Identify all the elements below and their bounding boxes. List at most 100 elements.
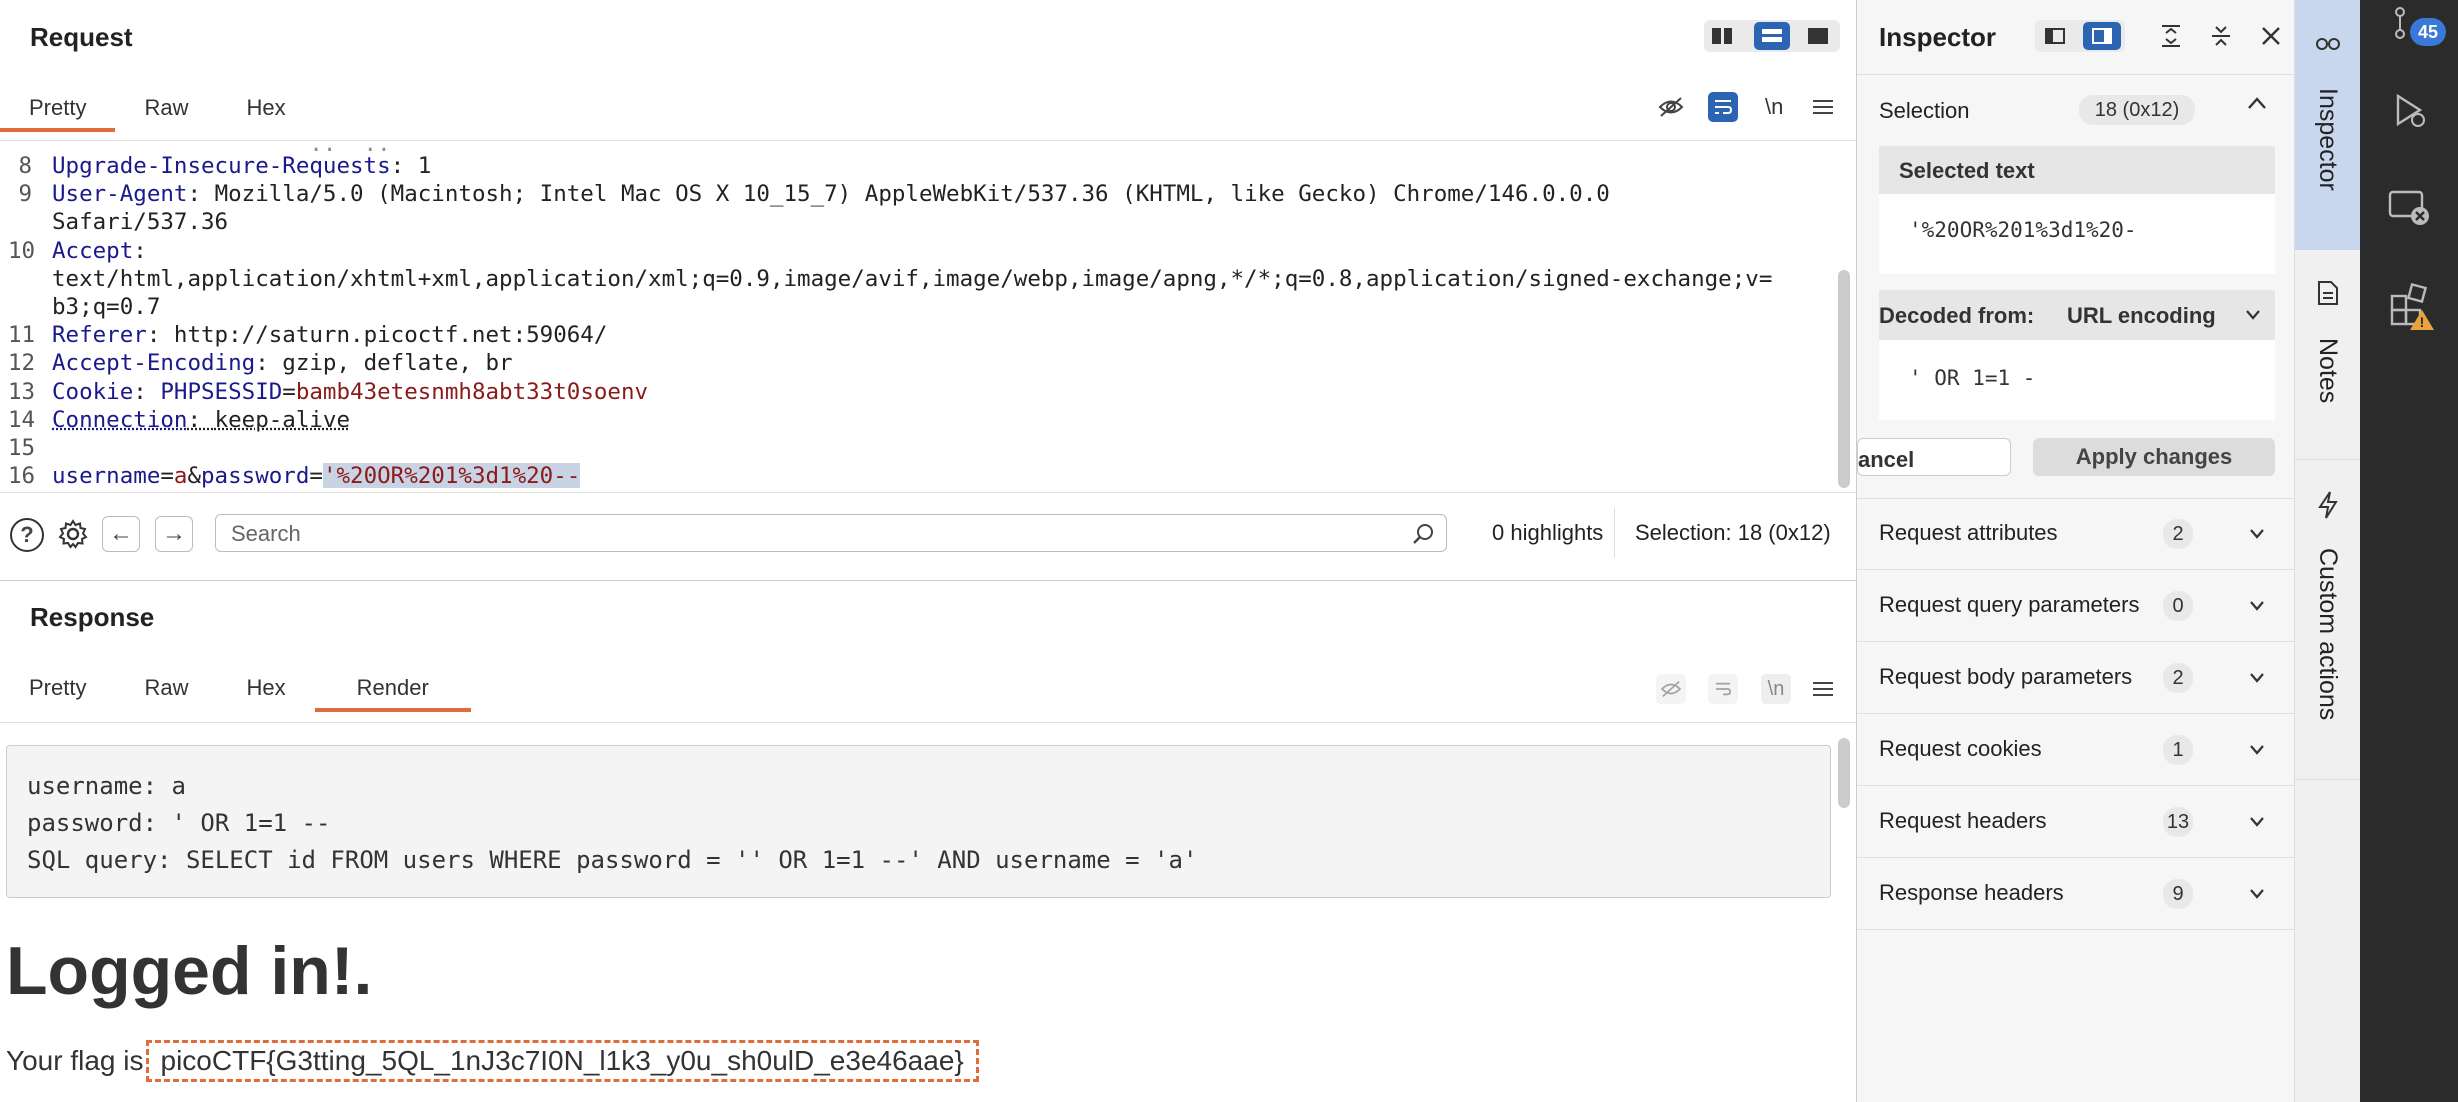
side-tab-custom-actions[interactable]: Custom actions bbox=[2295, 460, 2361, 780]
header-name: Connection bbox=[52, 406, 188, 433]
divider bbox=[0, 492, 1856, 493]
selected-text-box[interactable]: '%20OR%201%3d1%20- bbox=[1879, 194, 2275, 274]
tab-render[interactable]: Render bbox=[314, 664, 471, 712]
search-input[interactable]: Search bbox=[215, 514, 1447, 552]
header-name: Accept bbox=[52, 237, 134, 264]
collapse-icon[interactable] bbox=[2207, 22, 2235, 50]
menu-icon[interactable] bbox=[1810, 94, 1836, 120]
back-arrow-icon[interactable]: ← bbox=[102, 516, 140, 552]
inspector-section-row[interactable]: Response headers 9 bbox=[1857, 858, 2295, 930]
code-line: Cookie: PHPSESSID=bamb43etesnmh8abt33t0s… bbox=[52, 378, 649, 405]
selection-label: Selection bbox=[1879, 98, 1970, 123]
inspector-section-row[interactable]: Request headers 13 bbox=[1857, 786, 2295, 858]
header-sep: : bbox=[390, 153, 418, 179]
divider bbox=[1614, 508, 1615, 558]
highlights-count: 0 highlights bbox=[1492, 520, 1604, 545]
header-sep: : bbox=[187, 406, 215, 433]
forward-arrow-icon[interactable]: → bbox=[155, 516, 193, 552]
inspector-layout-toggle bbox=[2035, 20, 2125, 52]
chevron-down-icon[interactable] bbox=[2249, 888, 2265, 900]
tab-pretty[interactable]: Pretty bbox=[0, 664, 115, 712]
flag-prefix: Your flag is bbox=[6, 1045, 144, 1076]
tab-hex[interactable]: Hex bbox=[217, 84, 314, 132]
line-number: 13 bbox=[8, 378, 36, 405]
newline-toggle[interactable]: \n bbox=[1765, 94, 1783, 120]
run-debug-icon[interactable] bbox=[2390, 92, 2430, 128]
chevron-down-icon[interactable] bbox=[2245, 309, 2261, 321]
side-tab-label: Notes bbox=[2314, 338, 2342, 404]
split-vertical-icon[interactable] bbox=[1712, 28, 1732, 44]
line-number: 9 bbox=[18, 181, 32, 208]
request-tabs: Pretty Raw Hex bbox=[0, 84, 315, 132]
tab-raw[interactable]: Raw bbox=[115, 84, 217, 132]
apply-changes-button[interactable]: Apply changes bbox=[2033, 438, 2275, 476]
help-icon[interactable]: ? bbox=[10, 518, 44, 552]
header-sep: : bbox=[187, 181, 215, 208]
decoding-select[interactable]: URL encoding bbox=[2067, 303, 2216, 329]
expand-icon[interactable] bbox=[2157, 22, 2185, 50]
remote-explorer-icon[interactable] bbox=[2388, 188, 2432, 228]
dock-right-icon[interactable] bbox=[2083, 22, 2121, 50]
logged-in-heading: Logged in!. bbox=[6, 933, 373, 1009]
header-value: b3;q=0.7 bbox=[52, 294, 161, 320]
side-tab-label: Inspector bbox=[2314, 88, 2342, 191]
pane-divider[interactable] bbox=[0, 580, 1856, 581]
settings-gear-icon[interactable] bbox=[55, 516, 91, 552]
request-editor[interactable]: .. .. 8 Upgrade-Insecure-Requests: 1 9 User… bbox=[0, 140, 1856, 488]
chevron-down-icon[interactable] bbox=[2249, 528, 2265, 540]
line-number: 15 bbox=[8, 435, 36, 461]
dock-left-icon[interactable] bbox=[2045, 28, 2065, 44]
menu-icon[interactable] bbox=[1810, 676, 1836, 702]
chevron-down-icon[interactable] bbox=[2249, 600, 2265, 612]
header-sep: : bbox=[146, 322, 174, 349]
editor-scrollbar[interactable] bbox=[1838, 270, 1850, 488]
inspector-section-row[interactable]: Request attributes 2 bbox=[1857, 498, 2295, 570]
chevron-down-icon[interactable] bbox=[2249, 744, 2265, 756]
tab-pretty[interactable]: Pretty bbox=[0, 84, 116, 132]
word-wrap-icon[interactable] bbox=[1708, 92, 1738, 122]
decoded-text-box[interactable]: ' OR 1=1 - bbox=[1879, 340, 2275, 420]
response-scrollbar[interactable] bbox=[1838, 738, 1850, 808]
tab-raw[interactable]: Raw bbox=[115, 664, 217, 712]
chevron-down-icon[interactable] bbox=[2249, 672, 2265, 684]
header-value: text/html,application/xhtml+xml,applicat… bbox=[52, 265, 1773, 292]
selection-badge: 18 (0x12) bbox=[2079, 95, 2195, 125]
response-title: Response bbox=[30, 602, 155, 632]
inspector-section-row[interactable]: Request cookies 1 bbox=[1857, 714, 2295, 786]
header-name: Accept-Encoding bbox=[52, 350, 256, 377]
inspector-section-row[interactable]: Request query parameters 0 bbox=[1857, 570, 2295, 642]
inspector-section-row[interactable]: Request body parameters 2 bbox=[1857, 642, 2295, 714]
cancel-button[interactable]: ancel bbox=[1857, 438, 2011, 476]
single-pane-icon[interactable] bbox=[1808, 28, 1828, 44]
side-tab-inspector[interactable]: Inspector bbox=[2295, 0, 2361, 250]
close-icon[interactable] bbox=[2257, 22, 2285, 50]
header-sep: : bbox=[255, 350, 283, 377]
extensions-icon[interactable]: ! bbox=[2388, 282, 2436, 332]
header-value: Safari/537.36 bbox=[52, 209, 229, 236]
tab-hex[interactable]: Hex bbox=[217, 664, 314, 712]
flag-value[interactable]: picoCTF{G3tting_5QL_1nJ3c7I0N_l1k3_y0u_s… bbox=[145, 1040, 979, 1082]
section-count-badge: 2 bbox=[2163, 519, 2193, 549]
body-param-value-selected: '%20OR%201%3d1%20-- bbox=[322, 463, 581, 488]
right-toolbar: 45 ! bbox=[2360, 0, 2458, 1102]
notification-badge: 45 bbox=[2410, 18, 2446, 46]
decoded-from-label: Decoded from: bbox=[1879, 303, 2035, 328]
line-number: 10 bbox=[8, 237, 36, 264]
section-count-badge: 0 bbox=[2163, 591, 2193, 621]
code-line: Connection: keep-alive bbox=[52, 406, 350, 434]
hide-nonprintable-icon bbox=[1656, 674, 1686, 704]
hide-nonprintable-icon[interactable] bbox=[1656, 92, 1686, 122]
inspector-glasses-icon bbox=[2316, 38, 2340, 50]
code-line: Referer: http://saturn.picoctf.net:59064… bbox=[52, 321, 607, 349]
section-count-badge: 2 bbox=[2163, 663, 2193, 693]
chevron-up-icon[interactable] bbox=[2247, 96, 2267, 115]
section-label: Request headers bbox=[1879, 808, 2047, 833]
line-number: 12 bbox=[8, 350, 36, 377]
chevron-down-icon[interactable] bbox=[2249, 816, 2265, 828]
header-name: Cookie bbox=[52, 378, 134, 405]
render-line: password: ' OR 1=1 -- bbox=[27, 809, 331, 837]
code-line: Accept: bbox=[52, 237, 147, 265]
split-horizontal-icon[interactable] bbox=[1754, 22, 1790, 50]
side-tab-notes[interactable]: Notes bbox=[2295, 250, 2361, 460]
selected-text-label: Selected text bbox=[1899, 158, 2035, 183]
